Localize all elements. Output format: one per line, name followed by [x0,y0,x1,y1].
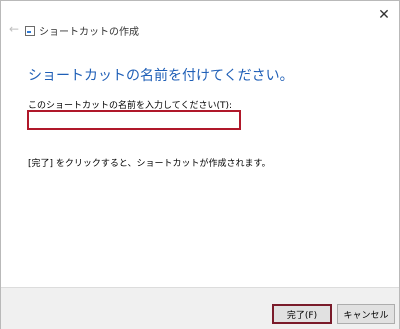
title-bar: ← ショートカットの作成 ✕ [1,1,399,39]
page-heading: ショートカットの名前を付けてください。 [28,68,294,84]
cancel-button[interactable]: キャンセル [337,304,395,324]
create-shortcut-dialog: ← ショートカットの作成 ✕ ショートカットの名前を付けてください。 このショー… [0,0,400,329]
close-button[interactable]: ✕ [369,1,399,29]
shortcut-name-input[interactable] [27,110,241,130]
finish-button[interactable]: 完了(F) [272,304,332,324]
back-arrow-icon[interactable]: ← [9,23,23,35]
finish-hint-text: [完了] をクリックすると、ショートカットが作成されます。 [28,159,271,169]
shortcut-app-icon [25,26,35,36]
window-title: ショートカットの作成 [39,27,139,38]
